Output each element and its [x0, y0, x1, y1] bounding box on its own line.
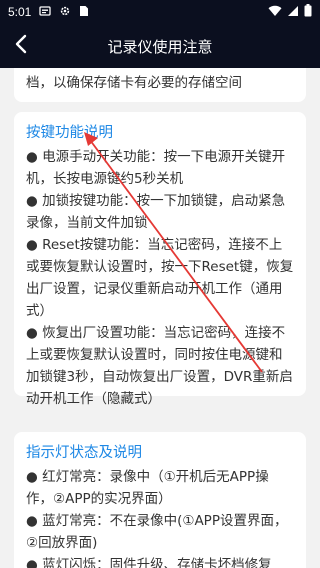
list-item: ● 蓝灯常亮：不在录像中(①APP设置界面，②回放界面) — [26, 513, 288, 551]
list-item: ● 加锁按键功能：按一下加锁键，启动紧急录像，当前文件加锁 — [26, 193, 286, 231]
button-function-card: 按键功能说明 ● 电源手动开关功能：按一下电源开关键开机，长按电源键约5秒关机 … — [14, 112, 306, 407]
sim-icon — [79, 5, 89, 20]
indicator-light-card: 指示灯状态及说明 ● 红灯常亮：录像中（①开机后无APP操作，②APP的实况界面… — [14, 432, 306, 568]
back-button[interactable] — [6, 30, 38, 62]
list-item: ● 蓝灯闪烁：固件升级、存储卡坏档修复 — [26, 557, 272, 568]
app-header: 记录仪使用注意 — [0, 24, 320, 68]
list-item: ● 红灯常亮：录像中（①开机后无APP操作，②APP的实况界面） — [26, 469, 269, 507]
battery-icon — [304, 4, 312, 20]
signal-icon — [287, 5, 299, 20]
status-right — [268, 4, 312, 20]
status-time: 5:01 — [8, 5, 32, 19]
button-function-title: 按键功能说明 — [26, 125, 113, 141]
settings-icon — [59, 5, 71, 20]
wifi-icon — [268, 5, 282, 20]
content-scroll-area[interactable]: 档，以确保存储卡有必要的存储空间 按键功能说明 ● 电源手动开关功能：按一下电源… — [0, 68, 320, 568]
list-item: ● Reset按键功能：当忘记密码，连接不上或要恢复默认设置时，按一下Reset… — [26, 237, 294, 319]
list-item: ● 恢复出厂设置功能：当忘记密码，连接不上或要恢复默认设置时，同时按住电源键和加… — [26, 325, 293, 407]
status-left: 5:01 — [8, 5, 89, 20]
notification-icon — [39, 5, 52, 20]
top-card: 档，以确保存储卡有必要的存储空间 — [14, 68, 306, 102]
status-bar: 5:01 — [0, 0, 320, 24]
page-title: 记录仪使用注意 — [107, 37, 213, 56]
top-card-text: 档，以确保存储卡有必要的存储空间 — [26, 75, 242, 91]
list-item: ● 电源手动开关功能：按一下电源开关键开机，长按电源键约5秒关机 — [26, 149, 286, 187]
back-arrow-icon — [13, 34, 31, 58]
indicator-light-title: 指示灯状态及说明 — [26, 445, 142, 461]
